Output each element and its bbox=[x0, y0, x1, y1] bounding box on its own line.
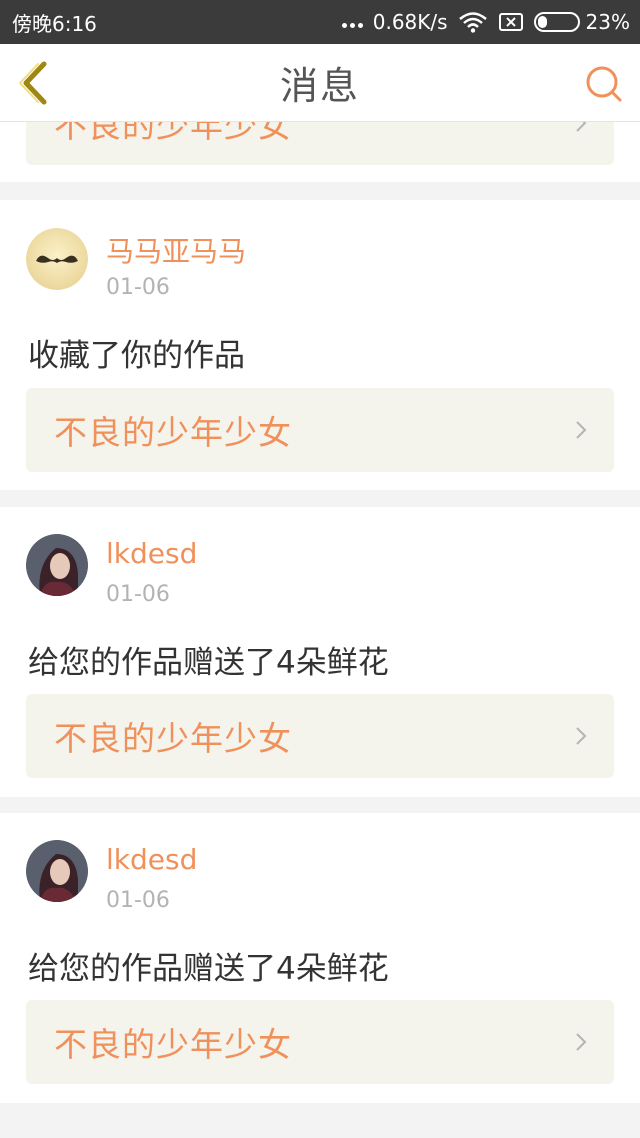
work-title: 不良的少年少女 bbox=[54, 719, 292, 758]
portrait-avatar-icon bbox=[26, 534, 88, 596]
chevron-right-icon bbox=[576, 1033, 587, 1051]
sim-icon bbox=[498, 13, 523, 31]
user-avatar[interactable] bbox=[26, 840, 88, 902]
signal-dots-icon bbox=[341, 12, 363, 32]
work-link[interactable]: 不良的少年少女 bbox=[26, 122, 614, 165]
user-name[interactable]: 马马亚马马 bbox=[106, 230, 246, 270]
message-card: 马马亚马马 01-06 收藏了你的作品 不良的少年少女 bbox=[0, 200, 640, 490]
portrait-avatar-icon bbox=[26, 840, 88, 902]
message-card: lkdesd 01-06 给您的作品赠送了4朵鲜花 不良的少年少女 bbox=[0, 507, 640, 797]
back-icon[interactable] bbox=[14, 58, 54, 108]
user-name[interactable]: lkdesd bbox=[106, 537, 197, 570]
work-link[interactable]: 不良的少年少女 bbox=[26, 694, 614, 778]
wifi-icon bbox=[458, 12, 487, 33]
battery-icon bbox=[533, 12, 580, 32]
message-card: lkdesd 01-06 给您的作品赠送了4朵鲜花 不良的少年少女 bbox=[0, 813, 640, 1103]
work-title: 不良的少年少女 bbox=[54, 1025, 292, 1064]
work-title: 不良的少年少女 bbox=[54, 122, 292, 145]
chevron-right-icon bbox=[576, 122, 587, 132]
status-time: 傍晚6:16 bbox=[12, 11, 97, 36]
chevron-right-icon bbox=[576, 421, 587, 439]
battery-fill bbox=[537, 16, 547, 28]
user-avatar[interactable] bbox=[26, 228, 88, 290]
message-date: 01-06 bbox=[106, 888, 170, 913]
message-list[interactable]: 不良的少年少女 马马亚马马 01-06 收藏了你的作品 不良的少年少女 lkde… bbox=[0, 122, 640, 1138]
status-bar: 傍晚6:16 0.68K/s 23% bbox=[0, 0, 640, 44]
battery-percent: 23% bbox=[585, 10, 630, 34]
search-icon[interactable] bbox=[584, 64, 624, 104]
mustache-avatar-icon bbox=[26, 228, 88, 290]
work-link[interactable]: 不良的少年少女 bbox=[26, 1000, 614, 1084]
message-text: 给您的作品赠送了4朵鲜花 bbox=[28, 951, 389, 987]
message-text: 给您的作品赠送了4朵鲜花 bbox=[28, 645, 389, 681]
message-date: 01-06 bbox=[106, 275, 170, 300]
message-card-partial: 不良的少年少女 bbox=[0, 122, 640, 182]
page-title: 消息 bbox=[279, 64, 360, 108]
chevron-right-icon bbox=[576, 727, 587, 745]
work-title: 不良的少年少女 bbox=[54, 413, 292, 452]
network-speed: 0.68K/s bbox=[372, 10, 448, 34]
message-date: 01-06 bbox=[106, 582, 170, 607]
user-avatar[interactable] bbox=[26, 534, 88, 596]
work-link[interactable]: 不良的少年少女 bbox=[26, 388, 614, 472]
battery-indicator: 23% bbox=[533, 10, 630, 34]
user-name[interactable]: lkdesd bbox=[106, 843, 197, 876]
header: 消息 bbox=[0, 44, 640, 122]
message-text: 收藏了你的作品 bbox=[28, 338, 245, 374]
